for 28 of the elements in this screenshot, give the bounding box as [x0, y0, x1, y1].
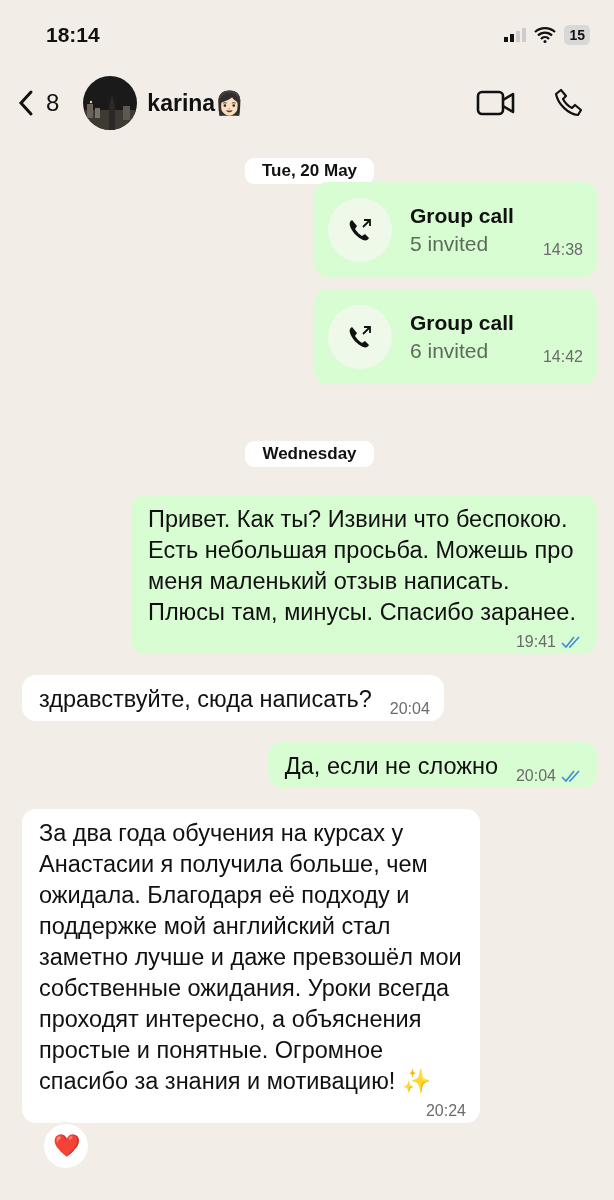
call-bubble[interactable]: Group call 6 invited 14:42: [314, 289, 597, 384]
call-title: Group call: [410, 309, 514, 336]
wifi-icon: [534, 27, 557, 43]
call-subtitle: 5 invited: [410, 230, 490, 257]
message-text: здравствуйте, сюда написать?: [39, 685, 372, 714]
message-time: 19:41: [515, 632, 556, 652]
call-title: Group call: [410, 202, 514, 229]
date-label: Wednesday: [245, 441, 374, 467]
message-text: Да, если не сложно: [284, 752, 498, 781]
message-text: За два года обучения на курсах у Анастасии я получила больше, чем ожидала. Благодаря её подходу и поддержке мой английский стал заметно лучше и даже превзошёл мои собственные ожидания. Уроки всегда проходят интересно, а объяснения простые и понятные. Огромное спасибо за знания и мотивацию! ✨: [39, 819, 463, 1096]
message-time: 14:38: [542, 240, 583, 260]
message-time: 14:42: [542, 347, 583, 367]
back-button[interactable]: 8: [18, 89, 60, 117]
call-subtitle: 6 invited: [410, 337, 490, 364]
status-time: 18:14: [46, 23, 100, 47]
battery-level: 15: [564, 25, 590, 45]
contact-name[interactable]: karina👩🏻: [147, 89, 438, 117]
phone-call-button[interactable]: [554, 88, 584, 118]
date-label: Tue, 20 May: [244, 158, 375, 184]
chevron-left-icon: [18, 89, 34, 117]
video-call-button[interactable]: [476, 89, 516, 117]
message-time: 20:24: [425, 1101, 466, 1121]
message-time: 20:04: [515, 766, 556, 786]
message-time: 20:04: [389, 699, 430, 719]
reaction[interactable]: ❤: [42, 1122, 90, 1170]
message-text: Привет. Как ты? Извини что беспокою. Есть небольшая просьба. Можешь про меня маленький отзыв написать. Плюсы там, минусы. Спасибо заранее.: [148, 505, 577, 627]
signal-icon: [504, 28, 527, 42]
call-bubble[interactable]: Group call 5 invited 14:38: [314, 182, 597, 277]
